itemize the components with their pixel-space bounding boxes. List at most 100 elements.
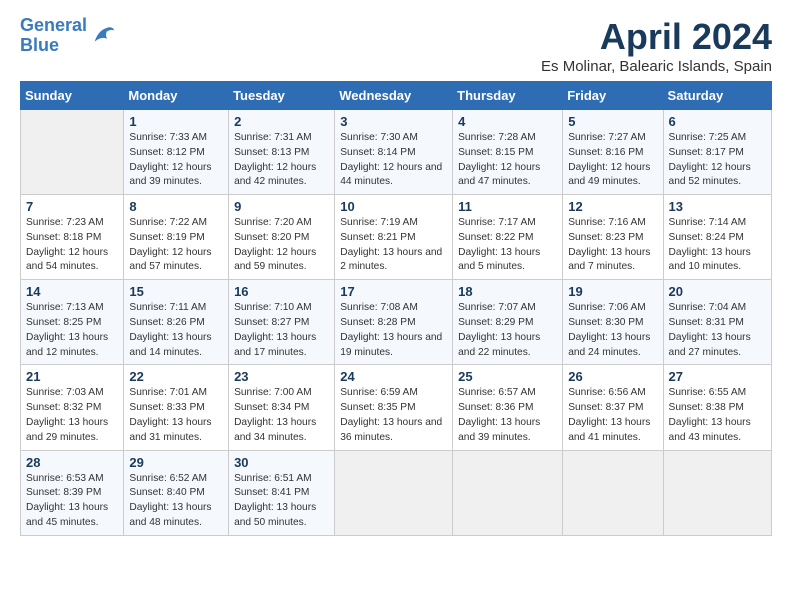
- cell-info: Sunrise: 7:08 AMSunset: 8:28 PMDaylight:…: [340, 301, 447, 360]
- page: GeneralBlue April 2024 Es Molinar, Balea…: [0, 0, 792, 552]
- calendar-cell: [453, 450, 563, 535]
- calendar-cell: 24 Sunrise: 6:59 AMSunset: 8:35 PMDayligh…: [335, 365, 453, 450]
- cell-info: Sunrise: 7:07 AMSunset: 8:29 PMDaylight:…: [458, 301, 557, 360]
- date-number: 12: [568, 199, 657, 214]
- calendar-cell: 28Sunrise: 6:53 AMSunset: 8:39 PMDayligh…: [21, 450, 124, 535]
- cell-info: Sunrise: 6:59 AMSunset: 8:35 PMDaylight:…: [340, 386, 447, 445]
- date-number: 13: [669, 199, 766, 214]
- calendar-cell: 2 Sunrise: 7:31 AMSunset: 8:13 PMDaylight…: [229, 110, 335, 195]
- calendar-cell: 20 Sunrise: 7:04 AMSunset: 8:31 PMDayligh…: [663, 280, 771, 365]
- calendar-cell: 29 Sunrise: 6:52 AMSunset: 8:40 PMDayligh…: [124, 450, 229, 535]
- calendar-cell: 3 Sunrise: 7:30 AMSunset: 8:14 PMDaylight…: [335, 110, 453, 195]
- calendar-cell: 14Sunrise: 7:13 AMSunset: 8:25 PMDayligh…: [21, 280, 124, 365]
- calendar-cell: [563, 450, 663, 535]
- cell-info: Sunrise: 7:13 AMSunset: 8:25 PMDaylight:…: [26, 301, 118, 360]
- date-number: 20: [669, 284, 766, 299]
- calendar-table: Sunday Monday Tuesday Wednesday Thursday…: [20, 81, 772, 536]
- cell-info: Sunrise: 7:33 AMSunset: 8:12 PMDaylight:…: [129, 131, 223, 190]
- date-number: 1: [129, 114, 223, 129]
- date-number: 17: [340, 284, 447, 299]
- logo-text: GeneralBlue: [20, 16, 87, 56]
- calendar-cell: [21, 110, 124, 195]
- logo: GeneralBlue: [20, 16, 117, 56]
- calendar-cell: 16 Sunrise: 7:10 AMSunset: 8:27 PMDayligh…: [229, 280, 335, 365]
- calendar-cell: 1 Sunrise: 7:33 AMSunset: 8:12 PMDaylight…: [124, 110, 229, 195]
- calendar-cell: 25Sunrise: 6:57 AMSunset: 8:36 PMDayligh…: [453, 365, 563, 450]
- cell-info: Sunrise: 7:28 AMSunset: 8:15 PMDaylight:…: [458, 131, 557, 190]
- cell-info: Sunrise: 6:52 AMSunset: 8:40 PMDaylight:…: [129, 472, 223, 531]
- cell-info: Sunrise: 7:22 AMSunset: 8:19 PMDaylight:…: [129, 216, 223, 275]
- cell-info: Sunrise: 7:30 AMSunset: 8:14 PMDaylight:…: [340, 131, 447, 190]
- col-monday: Monday: [124, 82, 229, 110]
- cell-info: Sunrise: 7:19 AMSunset: 8:21 PMDaylight:…: [340, 216, 447, 275]
- date-number: 3: [340, 114, 447, 129]
- calendar-cell: 4 Sunrise: 7:28 AMSunset: 8:15 PMDaylight…: [453, 110, 563, 195]
- date-number: 19: [568, 284, 657, 299]
- cell-info: Sunrise: 7:01 AMSunset: 8:33 PMDaylight:…: [129, 386, 223, 445]
- calendar-cell: 9Sunrise: 7:20 AMSunset: 8:20 PMDaylight…: [229, 195, 335, 280]
- date-number: 28: [26, 455, 118, 470]
- subtitle: Es Molinar, Balearic Islands, Spain: [541, 58, 772, 75]
- calendar-cell: 5Sunrise: 7:27 AMSunset: 8:16 PMDaylight…: [563, 110, 663, 195]
- calendar-week-4: 21 Sunrise: 7:03 AMSunset: 8:32 PMDayligh…: [21, 365, 772, 450]
- col-friday: Friday: [563, 82, 663, 110]
- cell-info: Sunrise: 7:17 AMSunset: 8:22 PMDaylight:…: [458, 216, 557, 275]
- calendar-week-5: 28Sunrise: 6:53 AMSunset: 8:39 PMDayligh…: [21, 450, 772, 535]
- logo-bird-icon: [89, 22, 117, 50]
- calendar-cell: 6Sunrise: 7:25 AMSunset: 8:17 PMDaylight…: [663, 110, 771, 195]
- date-number: 6: [669, 114, 766, 129]
- title-block: April 2024 Es Molinar, Balearic Islands,…: [541, 16, 772, 75]
- date-number: 16: [234, 284, 329, 299]
- col-saturday: Saturday: [663, 82, 771, 110]
- calendar-cell: 17 Sunrise: 7:08 AMSunset: 8:28 PMDayligh…: [335, 280, 453, 365]
- calendar-cell: 30Sunrise: 6:51 AMSunset: 8:41 PMDayligh…: [229, 450, 335, 535]
- calendar-week-2: 7 Sunrise: 7:23 AMSunset: 8:18 PMDaylight…: [21, 195, 772, 280]
- date-number: 5: [568, 114, 657, 129]
- date-number: 24: [340, 369, 447, 384]
- calendar-cell: 19 Sunrise: 7:06 AMSunset: 8:30 PMDayligh…: [563, 280, 663, 365]
- calendar-cell: 21 Sunrise: 7:03 AMSunset: 8:32 PMDayligh…: [21, 365, 124, 450]
- calendar-cell: 8 Sunrise: 7:22 AMSunset: 8:19 PMDaylight…: [124, 195, 229, 280]
- calendar-cell: 10Sunrise: 7:19 AMSunset: 8:21 PMDayligh…: [335, 195, 453, 280]
- date-number: 23: [234, 369, 329, 384]
- cell-info: Sunrise: 7:06 AMSunset: 8:30 PMDaylight:…: [568, 301, 657, 360]
- date-number: 2: [234, 114, 329, 129]
- date-number: 4: [458, 114, 557, 129]
- cell-info: Sunrise: 6:56 AMSunset: 8:37 PMDaylight:…: [568, 386, 657, 445]
- cell-info: Sunrise: 6:55 AMSunset: 8:38 PMDaylight:…: [669, 386, 766, 445]
- calendar-cell: 13 Sunrise: 7:14 AMSunset: 8:24 PMDayligh…: [663, 195, 771, 280]
- calendar-cell: 15 Sunrise: 7:11 AMSunset: 8:26 PMDayligh…: [124, 280, 229, 365]
- date-number: 21: [26, 369, 118, 384]
- calendar-cell: 26 Sunrise: 6:56 AMSunset: 8:37 PMDayligh…: [563, 365, 663, 450]
- calendar-cell: 11 Sunrise: 7:17 AMSunset: 8:22 PMDayligh…: [453, 195, 563, 280]
- date-number: 22: [129, 369, 223, 384]
- cell-info: Sunrise: 7:31 AMSunset: 8:13 PMDaylight:…: [234, 131, 329, 190]
- calendar-cell: 12Sunrise: 7:16 AMSunset: 8:23 PMDayligh…: [563, 195, 663, 280]
- date-number: 30: [234, 455, 329, 470]
- cell-info: Sunrise: 7:14 AMSunset: 8:24 PMDaylight:…: [669, 216, 766, 275]
- cell-info: Sunrise: 7:10 AMSunset: 8:27 PMDaylight:…: [234, 301, 329, 360]
- header-row: Sunday Monday Tuesday Wednesday Thursday…: [21, 82, 772, 110]
- date-number: 8: [129, 199, 223, 214]
- col-sunday: Sunday: [21, 82, 124, 110]
- cell-info: Sunrise: 7:04 AMSunset: 8:31 PMDaylight:…: [669, 301, 766, 360]
- date-number: 11: [458, 199, 557, 214]
- header: GeneralBlue April 2024 Es Molinar, Balea…: [20, 16, 772, 75]
- calendar-week-1: 1 Sunrise: 7:33 AMSunset: 8:12 PMDaylight…: [21, 110, 772, 195]
- col-wednesday: Wednesday: [335, 82, 453, 110]
- cell-info: Sunrise: 7:00 AMSunset: 8:34 PMDaylight:…: [234, 386, 329, 445]
- calendar-cell: 18Sunrise: 7:07 AMSunset: 8:29 PMDayligh…: [453, 280, 563, 365]
- calendar-cell: 27Sunrise: 6:55 AMSunset: 8:38 PMDayligh…: [663, 365, 771, 450]
- calendar-cell: 22 Sunrise: 7:01 AMSunset: 8:33 PMDayligh…: [124, 365, 229, 450]
- date-number: 15: [129, 284, 223, 299]
- date-number: 29: [129, 455, 223, 470]
- cell-info: Sunrise: 7:11 AMSunset: 8:26 PMDaylight:…: [129, 301, 223, 360]
- cell-info: Sunrise: 7:20 AMSunset: 8:20 PMDaylight:…: [234, 216, 329, 275]
- date-number: 7: [26, 199, 118, 214]
- calendar-cell: 23 Sunrise: 7:00 AMSunset: 8:34 PMDayligh…: [229, 365, 335, 450]
- date-number: 26: [568, 369, 657, 384]
- col-tuesday: Tuesday: [229, 82, 335, 110]
- cell-info: Sunrise: 7:23 AMSunset: 8:18 PMDaylight:…: [26, 216, 118, 275]
- main-title: April 2024: [541, 16, 772, 58]
- cell-info: Sunrise: 7:03 AMSunset: 8:32 PMDaylight:…: [26, 386, 118, 445]
